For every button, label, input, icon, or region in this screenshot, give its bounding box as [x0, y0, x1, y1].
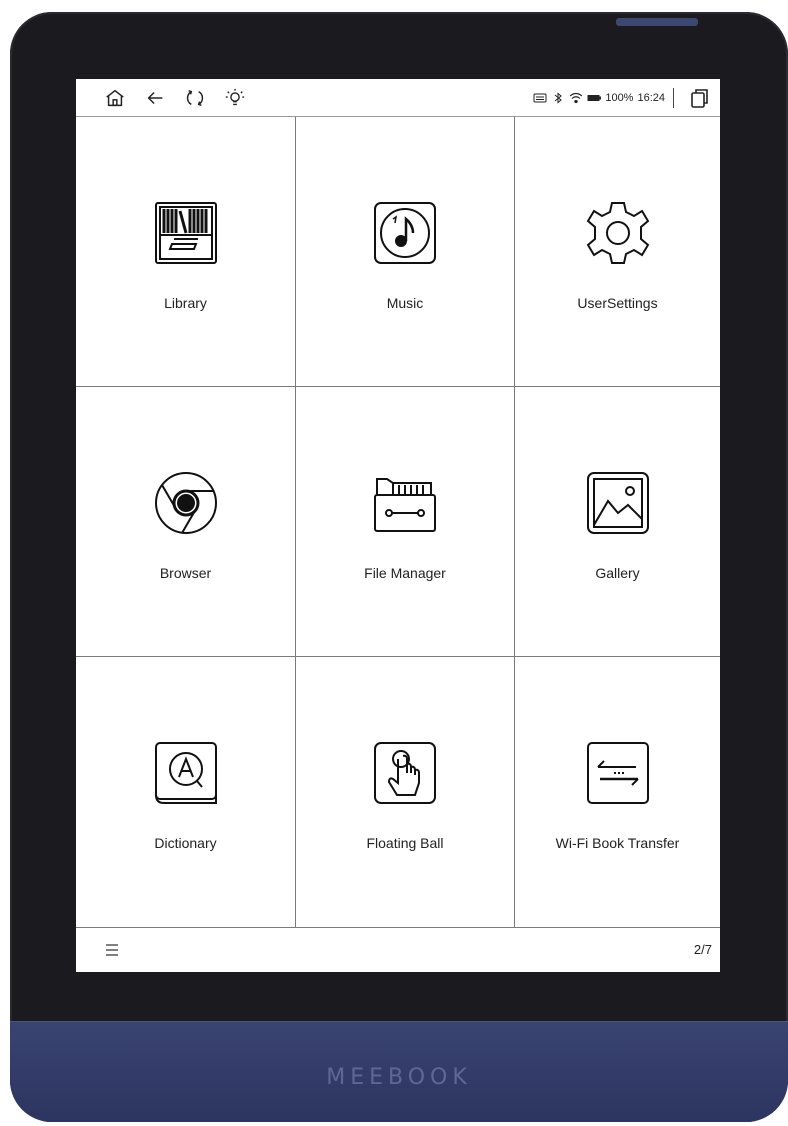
bluetooth-icon — [555, 92, 563, 104]
frontlight-button[interactable] — [222, 85, 248, 111]
app-tile-wifi-book-transfer[interactable]: Wi-Fi Book Transfer — [515, 657, 720, 928]
battery-percent: 100% — [605, 92, 634, 104]
dictionary-icon — [152, 739, 220, 807]
keyboard-icon — [533, 93, 547, 103]
app-tile-browser[interactable]: Browser — [76, 387, 296, 657]
library-icon — [152, 199, 220, 267]
app-tile-library[interactable]: Library — [76, 117, 296, 387]
home-button[interactable] — [102, 85, 128, 111]
app-label: Floating Ball — [366, 835, 444, 851]
wifi-icon — [569, 92, 583, 104]
battery-icon — [587, 95, 602, 101]
brand-logo: MEEBOOK — [326, 1065, 472, 1090]
browser-icon — [152, 469, 220, 537]
app-tile-floating-ball[interactable]: Floating Ball — [296, 657, 515, 928]
app-label: Dictionary — [154, 835, 217, 851]
refresh-icon — [186, 89, 204, 107]
app-tile-usersettings[interactable]: UserSettings — [515, 117, 720, 387]
clock: 16:24 — [637, 92, 665, 104]
app-label: Library — [164, 295, 207, 311]
screen: 100% 16:24 Library Music UserSettings Br… — [76, 79, 720, 972]
status-indicators: 100% 16:24 — [533, 79, 674, 117]
device-chin: MEEBOOK — [10, 1021, 788, 1122]
back-arrow-icon — [147, 91, 163, 105]
app-label: Music — [386, 295, 424, 311]
app-tile-gallery[interactable]: Gallery — [515, 387, 720, 657]
app-label: UserSettings — [577, 295, 658, 311]
menu-button[interactable] — [104, 942, 120, 958]
lightbulb-icon — [225, 88, 245, 106]
app-label: File Manager — [364, 565, 446, 581]
page-indicator: 2/7 — [693, 942, 712, 957]
status-bar: 100% 16:24 — [76, 79, 720, 117]
app-label: Wi-Fi Book Transfer — [555, 835, 680, 851]
app-tile-file-manager[interactable]: File Manager — [296, 387, 515, 657]
app-label: Gallery — [595, 565, 640, 581]
menu-icon — [106, 944, 118, 956]
back-button[interactable] — [142, 85, 168, 111]
file-manager-icon — [371, 469, 439, 537]
bottom-bar: 2/7 — [76, 928, 720, 972]
recent-apps-button[interactable] — [688, 87, 710, 109]
gallery-icon — [584, 469, 652, 537]
refresh-button[interactable] — [182, 85, 208, 111]
wifi-transfer-icon — [584, 739, 652, 807]
status-divider — [673, 88, 674, 108]
app-grid: Library Music UserSettings Browser File … — [76, 117, 720, 928]
power-button[interactable] — [616, 18, 698, 26]
settings-gear-icon — [584, 199, 652, 267]
app-tile-dictionary[interactable]: Dictionary — [76, 657, 296, 928]
app-label: Browser — [159, 565, 212, 581]
app-tile-music[interactable]: Music — [296, 117, 515, 387]
floating-ball-icon — [371, 739, 439, 807]
recent-apps-icon — [691, 89, 708, 108]
home-icon — [106, 89, 124, 107]
music-icon — [371, 199, 439, 267]
